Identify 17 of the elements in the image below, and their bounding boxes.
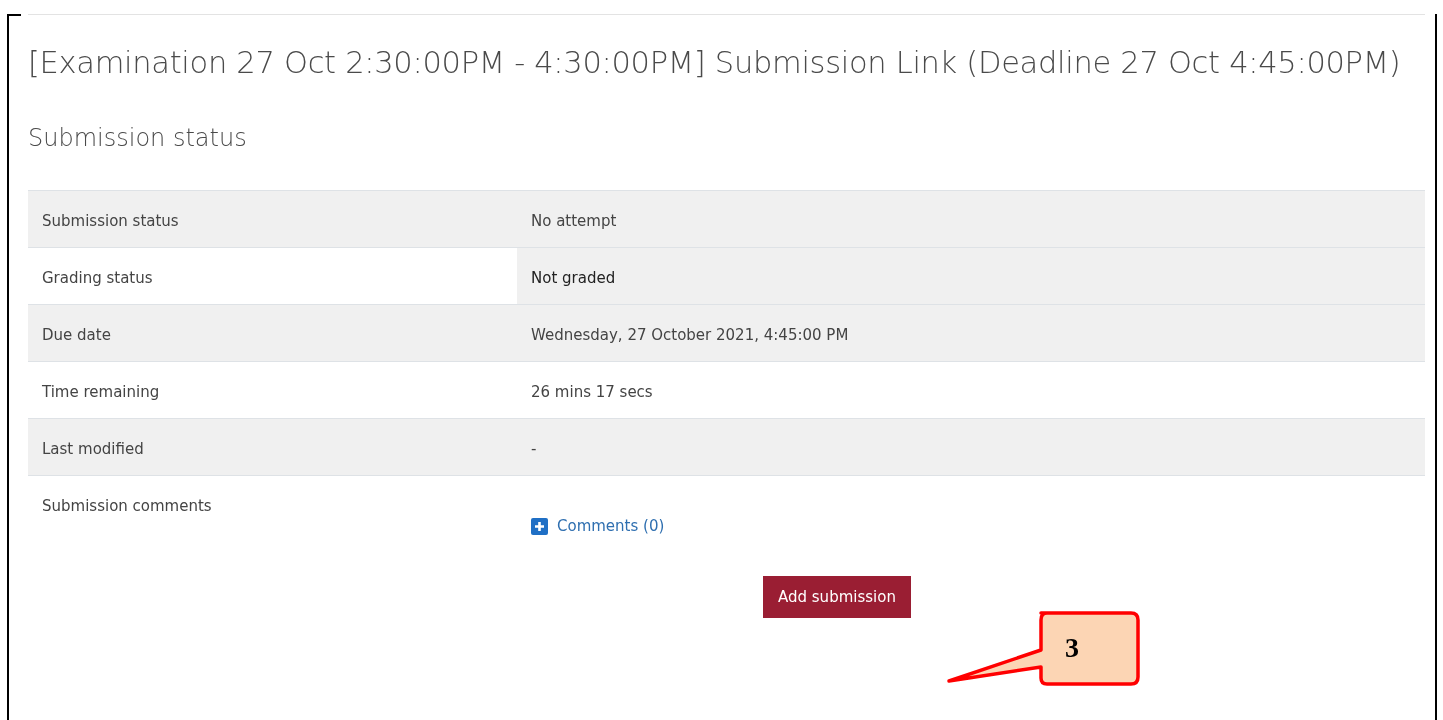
row-label: Submission status xyxy=(41,211,180,233)
row-label: Due date xyxy=(41,325,112,347)
row-value: - xyxy=(530,439,538,461)
row-value: Not graded xyxy=(517,248,1425,305)
row-label: Last modified xyxy=(41,439,145,461)
page-title: [Examination 27 Oct 2:30:00PM - 4:30:00PM] Submission Link (Deadline 27 Oct 4:45:00PM) xyxy=(28,45,1402,82)
row-value: No attempt xyxy=(530,211,618,233)
row-label: Submission comments xyxy=(41,496,213,518)
row-value: Wednesday, 27 October 2021, 4:45:00 PM xyxy=(530,325,850,347)
callout-number: 3 xyxy=(1065,632,1079,663)
section-heading: Submission status xyxy=(28,123,248,153)
row-label: Time remaining xyxy=(41,382,161,404)
add-submission-button[interactable]: Add submission xyxy=(763,575,911,619)
plus-icon xyxy=(531,518,548,536)
row-label: Grading status xyxy=(41,268,154,290)
comments-link[interactable]: Comments (0) xyxy=(531,515,665,538)
row-value: 26 mins 17 secs xyxy=(530,382,654,404)
